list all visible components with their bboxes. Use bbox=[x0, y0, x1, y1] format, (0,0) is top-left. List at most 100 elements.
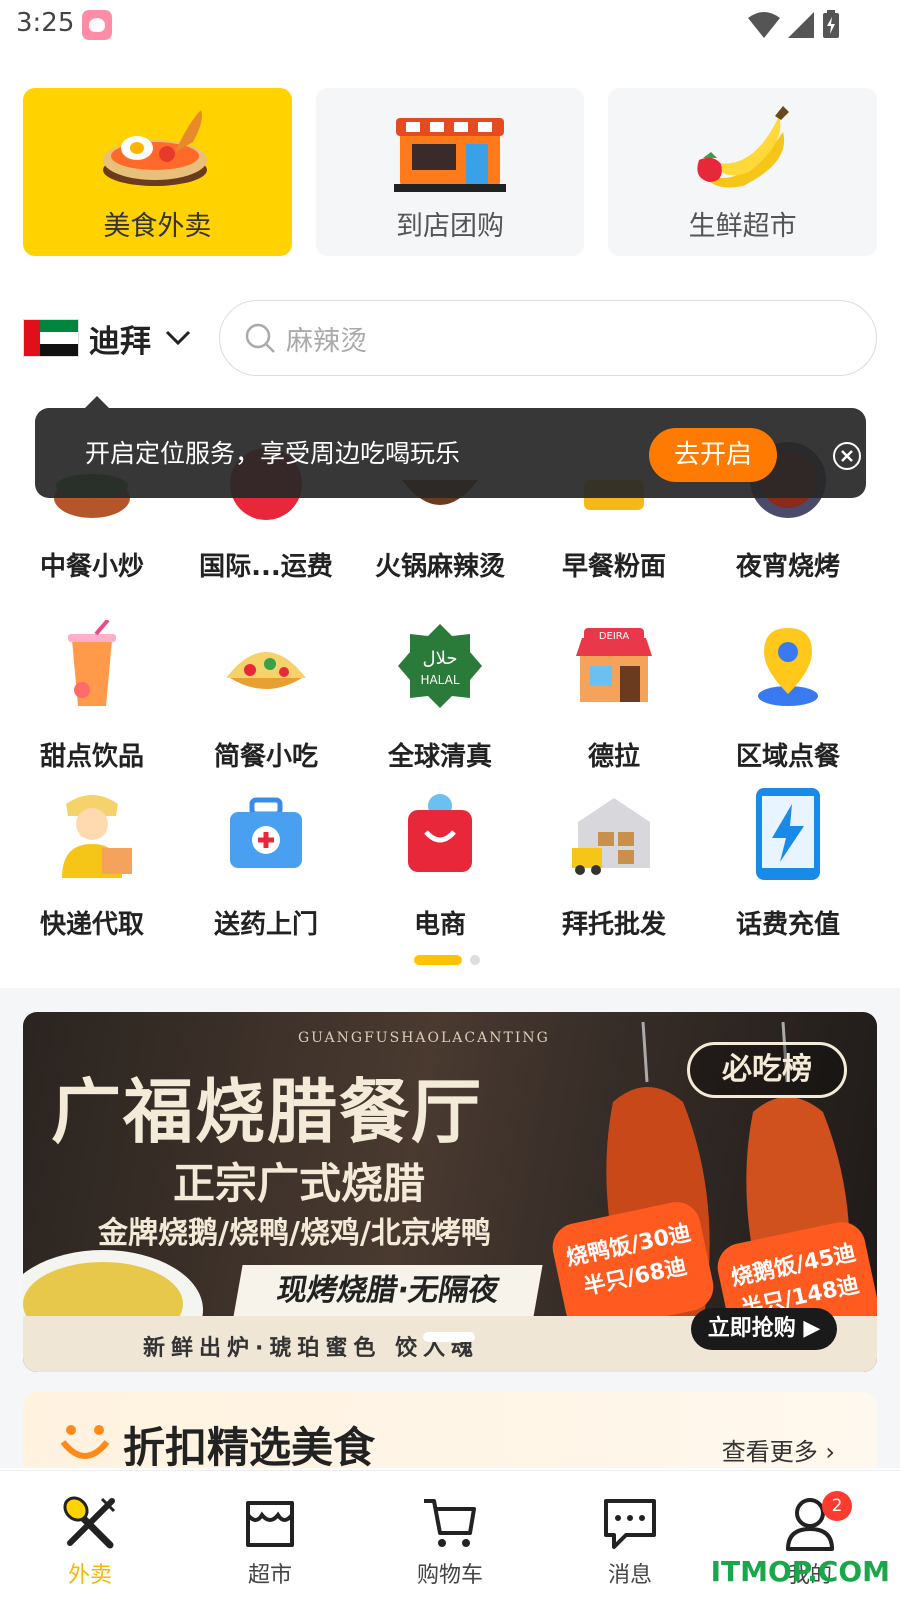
promo-banner[interactable]: GUANGFUSHAOLACANTING 广福烧腊餐厅 必吃榜 正宗广式烧腊 金… bbox=[23, 1012, 877, 1372]
top-category-cards: 美食外卖 到店团购 生鲜超市 bbox=[23, 88, 878, 256]
store-icon bbox=[246, 1501, 294, 1547]
category-medicine-delivery[interactable]: 送药上门 bbox=[178, 788, 354, 940]
card-label: 生鲜超市 bbox=[688, 211, 797, 242]
enable-location-button[interactable]: 去开启 bbox=[649, 428, 777, 482]
status-indicators bbox=[748, 10, 840, 38]
nav-label: 消息 bbox=[607, 1563, 652, 1588]
category-global-halal[interactable]: حلال HALAL 全球清真 bbox=[352, 620, 528, 772]
uae-flag-icon bbox=[23, 319, 79, 357]
svg-text:HALAL: HALAL bbox=[420, 673, 459, 687]
signal-icon bbox=[788, 12, 814, 38]
app-notification-icon bbox=[82, 10, 112, 40]
tooltip-text: 开启定位服务，享受周边吃喝玩乐 bbox=[85, 439, 461, 468]
category-label: 送药上门 bbox=[213, 910, 318, 940]
message-icon bbox=[604, 1499, 656, 1549]
buy-now-button[interactable]: 立即抢购 ▶ bbox=[691, 1308, 837, 1350]
courier-icon bbox=[62, 795, 132, 878]
category-courier-pickup[interactable]: 快递代取 bbox=[4, 788, 180, 940]
shopping-bag-icon bbox=[408, 794, 472, 872]
banner-title: 广福烧腊餐厅 bbox=[51, 1070, 483, 1153]
nav-label: 超市 bbox=[247, 1563, 292, 1588]
banner-slogan: 现烤烧腊·无隔夜 bbox=[233, 1265, 543, 1317]
category-label: 快递代取 bbox=[39, 910, 144, 940]
nav-label: 外卖 bbox=[67, 1563, 112, 1588]
see-more-label: 查看更多 bbox=[721, 1438, 818, 1466]
svg-text:DEIRA: DEIRA bbox=[599, 631, 630, 642]
warehouse-truck-icon bbox=[572, 798, 650, 875]
halal-badge-icon: حلال HALAL bbox=[398, 624, 482, 708]
fork-spoon-icon bbox=[63, 1496, 116, 1549]
category-regional-order[interactable]: 区域点餐 bbox=[700, 620, 876, 772]
must-eat-badge: 必吃榜 bbox=[687, 1042, 847, 1098]
search-placeholder: 麻辣烫 bbox=[286, 325, 367, 357]
category-label: 拜托批发 bbox=[561, 910, 666, 940]
watermark: ITMOP.COM bbox=[710, 1555, 890, 1588]
wifi-icon bbox=[748, 12, 780, 38]
category-deira[interactable]: DEIRA 德拉 bbox=[526, 620, 702, 772]
category-ecommerce[interactable]: 电商 bbox=[352, 788, 528, 940]
smile-logo-icon bbox=[60, 1425, 110, 1459]
card-group-buy[interactable]: 到店团购 bbox=[315, 88, 585, 256]
card-food-delivery[interactable]: 美食外卖 bbox=[23, 88, 292, 256]
chevron-right-icon: › bbox=[825, 1438, 835, 1466]
nav-takeout[interactable]: 外卖 bbox=[0, 1471, 180, 1600]
taco-icon bbox=[226, 652, 306, 689]
nav-supermarket[interactable]: 超市 bbox=[180, 1471, 360, 1600]
category-label: 甜点饮品 bbox=[39, 742, 144, 772]
category-label: 德拉 bbox=[587, 742, 640, 772]
category-desserts-drinks[interactable]: 甜点饮品 bbox=[4, 620, 180, 772]
chevron-down-icon bbox=[165, 330, 191, 346]
search-input[interactable]: 麻辣烫 bbox=[219, 300, 877, 376]
card-label: 到店团购 bbox=[396, 211, 504, 242]
pager-dot-active bbox=[414, 955, 462, 965]
status-bar: 3:25 bbox=[0, 0, 900, 50]
deira-shop-icon: DEIRA bbox=[576, 628, 652, 702]
drink-cup-icon bbox=[68, 620, 116, 706]
banner-english-name: GUANGFUSHAOLACANTING bbox=[298, 1030, 550, 1046]
storefront-icon bbox=[394, 118, 506, 192]
search-icon bbox=[245, 323, 275, 353]
banner-subtitle: 正宗广式烧腊 bbox=[173, 1159, 426, 1208]
nav-label: 购物车 bbox=[416, 1563, 483, 1588]
category-label: 区域点餐 bbox=[735, 742, 840, 772]
banana-fruit-icon bbox=[697, 106, 789, 188]
location-selector[interactable]: 迪拜 bbox=[23, 318, 191, 360]
category-pager bbox=[414, 955, 480, 965]
category-snacks[interactable]: 简餐小吃 bbox=[178, 620, 354, 772]
location-permission-tooltip: 开启定位服务，享受周边吃喝玩乐 去开启 bbox=[35, 396, 866, 498]
category-label: 话费充值 bbox=[735, 910, 840, 940]
category-label: 早餐粉面 bbox=[561, 552, 666, 582]
svg-text:حلال: حلال bbox=[423, 648, 458, 669]
close-icon[interactable] bbox=[832, 441, 862, 471]
pager-dot bbox=[470, 955, 480, 965]
banner-page-indicator bbox=[423, 1332, 475, 1342]
category-label: 国际...运费 bbox=[199, 552, 333, 582]
notification-badge: 2 bbox=[822, 1491, 852, 1521]
category-label: 夜宵烧烤 bbox=[735, 552, 840, 582]
noodle-bowl-icon bbox=[103, 110, 208, 186]
category-label: 简餐小吃 bbox=[213, 742, 318, 772]
category-phone-recharge[interactable]: 话费充值 bbox=[700, 788, 876, 940]
city-name: 迪拜 bbox=[89, 323, 151, 360]
card-label: 美食外卖 bbox=[103, 211, 212, 242]
battery-icon bbox=[823, 10, 839, 38]
category-row: 甜点饮品 简餐小吃 حلال HALAL 全球清真 DEIRA 德拉 区域点餐 bbox=[0, 620, 900, 780]
discount-title: 折扣精选美食 bbox=[123, 1423, 376, 1472]
category-wholesale[interactable]: 拜托批发 bbox=[526, 788, 702, 940]
category-label: 火锅麻辣烫 bbox=[374, 552, 505, 582]
category-label: 中餐小炒 bbox=[39, 552, 144, 582]
banner-menu: 金牌烧鹅/烧鸭/烧鸡/北京烤鸭 bbox=[98, 1216, 491, 1251]
phone-recharge-icon bbox=[756, 788, 820, 880]
location-pin-icon bbox=[758, 628, 818, 706]
cart-icon bbox=[424, 1499, 476, 1547]
nav-cart[interactable]: 购物车 bbox=[360, 1471, 540, 1600]
category-row: 快递代取 送药上门 电商 拜托批发 话费充值 bbox=[0, 788, 900, 948]
discount-section-header: 折扣精选美食 查看更多 › bbox=[23, 1392, 877, 1472]
card-fresh-market[interactable]: 生鲜超市 bbox=[608, 88, 878, 256]
see-more-link[interactable]: 查看更多 › bbox=[722, 1432, 835, 1467]
buy-now-label: 立即抢购 bbox=[707, 1316, 796, 1341]
nav-messages[interactable]: 消息 bbox=[540, 1471, 720, 1600]
medical-kit-icon bbox=[230, 797, 302, 868]
category-label: 电商 bbox=[413, 910, 466, 940]
status-time: 3:25 bbox=[16, 8, 75, 38]
